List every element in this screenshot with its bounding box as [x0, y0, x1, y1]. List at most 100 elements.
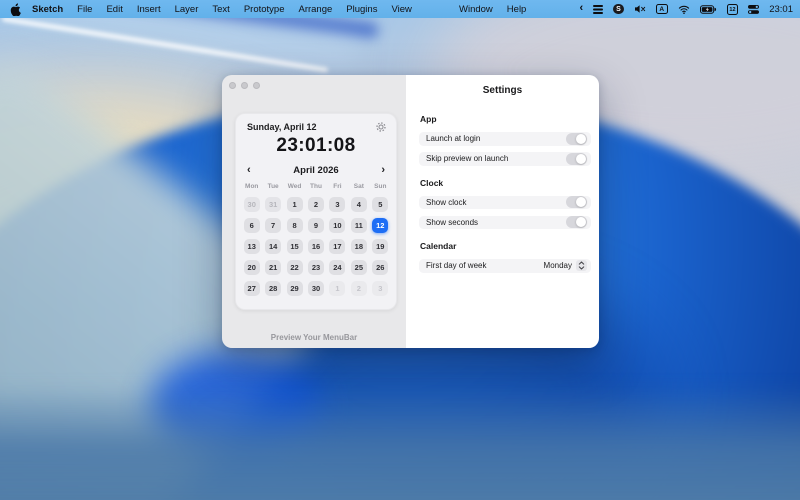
calendar-date-3[interactable]: 3: [329, 197, 346, 212]
date-cell: 29: [284, 278, 305, 299]
calendar-date-3-next[interactable]: 3: [372, 281, 389, 296]
toggle-knob: [576, 133, 586, 144]
calendar-date-6[interactable]: 6: [243, 218, 260, 233]
calendar-date-30-prev[interactable]: 30: [243, 197, 260, 212]
calendar-date-12-selected[interactable]: 12: [372, 218, 389, 233]
calendar-date-31-prev[interactable]: 31: [265, 197, 282, 212]
input-source-a-icon[interactable]: A: [655, 4, 668, 14]
menu-edit[interactable]: Edit: [106, 4, 122, 15]
chevron-left-icon[interactable]: ‹: [580, 3, 584, 15]
minimize-button[interactable]: [241, 82, 248, 89]
show-clock-toggle[interactable]: [566, 196, 587, 209]
apple-menu-icon[interactable]: [10, 2, 21, 16]
control-center-icon[interactable]: [748, 4, 760, 14]
calendar-date-2-next[interactable]: 2: [350, 281, 367, 296]
calendar-date-11[interactable]: 11: [350, 218, 367, 233]
calendar-date-8[interactable]: 8: [286, 218, 303, 233]
date-cell: 8: [284, 215, 305, 236]
menu-plugins[interactable]: Plugins: [346, 4, 377, 15]
calendar-date-14[interactable]: 14: [265, 239, 282, 254]
prev-month-button[interactable]: ‹: [247, 165, 251, 176]
section-header-calendar: Calendar: [420, 241, 457, 251]
calendar-date-1-next[interactable]: 1: [329, 281, 346, 296]
sketch-app-icon[interactable]: S: [613, 3, 624, 15]
date-cell: 2: [305, 194, 326, 215]
skip-preview-on-launch-toggle[interactable]: [566, 152, 587, 165]
calendar-date-9[interactable]: 9: [307, 218, 324, 233]
calendar-date-2[interactable]: 2: [307, 197, 324, 212]
menu-view[interactable]: View: [391, 4, 411, 15]
setting-row-first-day-of-week: First day of week Monday: [419, 259, 591, 273]
launch-at-login-toggle[interactable]: [566, 132, 587, 145]
show-seconds-toggle[interactable]: [566, 216, 587, 229]
calendar-date-28[interactable]: 28: [265, 281, 282, 296]
wifi-icon[interactable]: [678, 5, 690, 14]
calendar-date-13[interactable]: 13: [243, 239, 260, 254]
weekday-sat: Sat: [353, 183, 364, 190]
calendar-date-26[interactable]: 26: [372, 260, 389, 275]
menu-app-name[interactable]: Sketch: [32, 4, 63, 15]
weekday-sun: Sun: [374, 183, 387, 190]
calendar-date-icon[interactable]: 12: [726, 3, 739, 15]
calendar-date-7[interactable]: 7: [265, 218, 282, 233]
date-cell: 9: [305, 215, 326, 236]
calendar-date-1[interactable]: 1: [286, 197, 303, 212]
menu-insert[interactable]: Insert: [137, 4, 161, 15]
calendar-date-4[interactable]: 4: [350, 197, 367, 212]
date-cell: 25: [348, 257, 369, 278]
calendar-date-22[interactable]: 22: [286, 260, 303, 275]
calendar-date-15[interactable]: 15: [286, 239, 303, 254]
menubar-clock[interactable]: 23:01: [769, 4, 793, 15]
menu-layer[interactable]: Layer: [175, 4, 199, 15]
date-cell: 24: [327, 257, 348, 278]
calendar-date-17[interactable]: 17: [329, 239, 346, 254]
next-month-button[interactable]: ›: [381, 165, 385, 176]
month-navigation: ‹ April 2026 ›: [247, 165, 385, 177]
calendar-panel: Sunday, April 12 23:01:08 ‹ April 2026 ›…: [222, 75, 406, 348]
weekday-tue: Tue: [267, 183, 279, 190]
calendar-date-19[interactable]: 19: [372, 239, 389, 254]
calendar-date-18[interactable]: 18: [350, 239, 367, 254]
date-cell: 3: [370, 278, 391, 299]
calendar-date-23[interactable]: 23: [307, 260, 324, 275]
calendar-date-20[interactable]: 20: [243, 260, 260, 275]
calendar-date-5[interactable]: 5: [372, 197, 389, 212]
calendar-date-29[interactable]: 29: [286, 281, 303, 296]
date-cell: 5: [370, 194, 391, 215]
first-day-of-week-select[interactable]: Monday: [544, 260, 587, 272]
menu-lines-icon[interactable]: [593, 4, 604, 14]
settings-section-app: App Launch at login Skip preview on launch: [419, 114, 591, 166]
date-cell: 27: [241, 278, 262, 299]
calendar-date-16[interactable]: 16: [307, 239, 324, 254]
weekday-wed: Wed: [287, 183, 302, 190]
zoom-button[interactable]: [253, 82, 260, 89]
digital-clock: 23:01:08: [276, 135, 356, 156]
calendar-date-21[interactable]: 21: [265, 260, 282, 275]
menu-help[interactable]: Help: [507, 4, 527, 15]
date-cell: 10: [327, 215, 348, 236]
date-cell: 1: [327, 278, 348, 299]
calendar-date-25[interactable]: 25: [350, 260, 367, 275]
calendar-date-24[interactable]: 24: [329, 260, 346, 275]
preview-menubar-button[interactable]: Preview Your MenuBar: [222, 333, 406, 342]
calendar-date-10[interactable]: 10: [329, 218, 346, 233]
menu-text[interactable]: Text: [212, 4, 229, 15]
date-cell: 18: [348, 236, 369, 257]
menu-prototype[interactable]: Prototype: [244, 4, 285, 15]
setting-row-show-seconds: Show seconds: [419, 215, 591, 229]
date-cell: 21: [262, 257, 283, 278]
menu-file[interactable]: File: [77, 4, 92, 15]
toggle-knob: [576, 153, 586, 164]
menu-window[interactable]: Window: [459, 4, 493, 15]
gear-icon[interactable]: [376, 122, 386, 132]
battery-icon: [699, 4, 717, 14]
date-cell: 20: [241, 257, 262, 278]
section-header-clock: Clock: [420, 177, 444, 188]
calendar-date-30[interactable]: 30: [307, 281, 324, 296]
close-button[interactable]: [229, 82, 236, 89]
volume-mute-icon[interactable]: [634, 4, 646, 14]
settings-section-clock: Clock Show clock Show seconds: [419, 177, 591, 229]
current-date-label: Sunday, April 12: [247, 122, 317, 132]
calendar-date-27[interactable]: 27: [243, 281, 260, 296]
menu-arrange[interactable]: Arrange: [298, 4, 332, 15]
